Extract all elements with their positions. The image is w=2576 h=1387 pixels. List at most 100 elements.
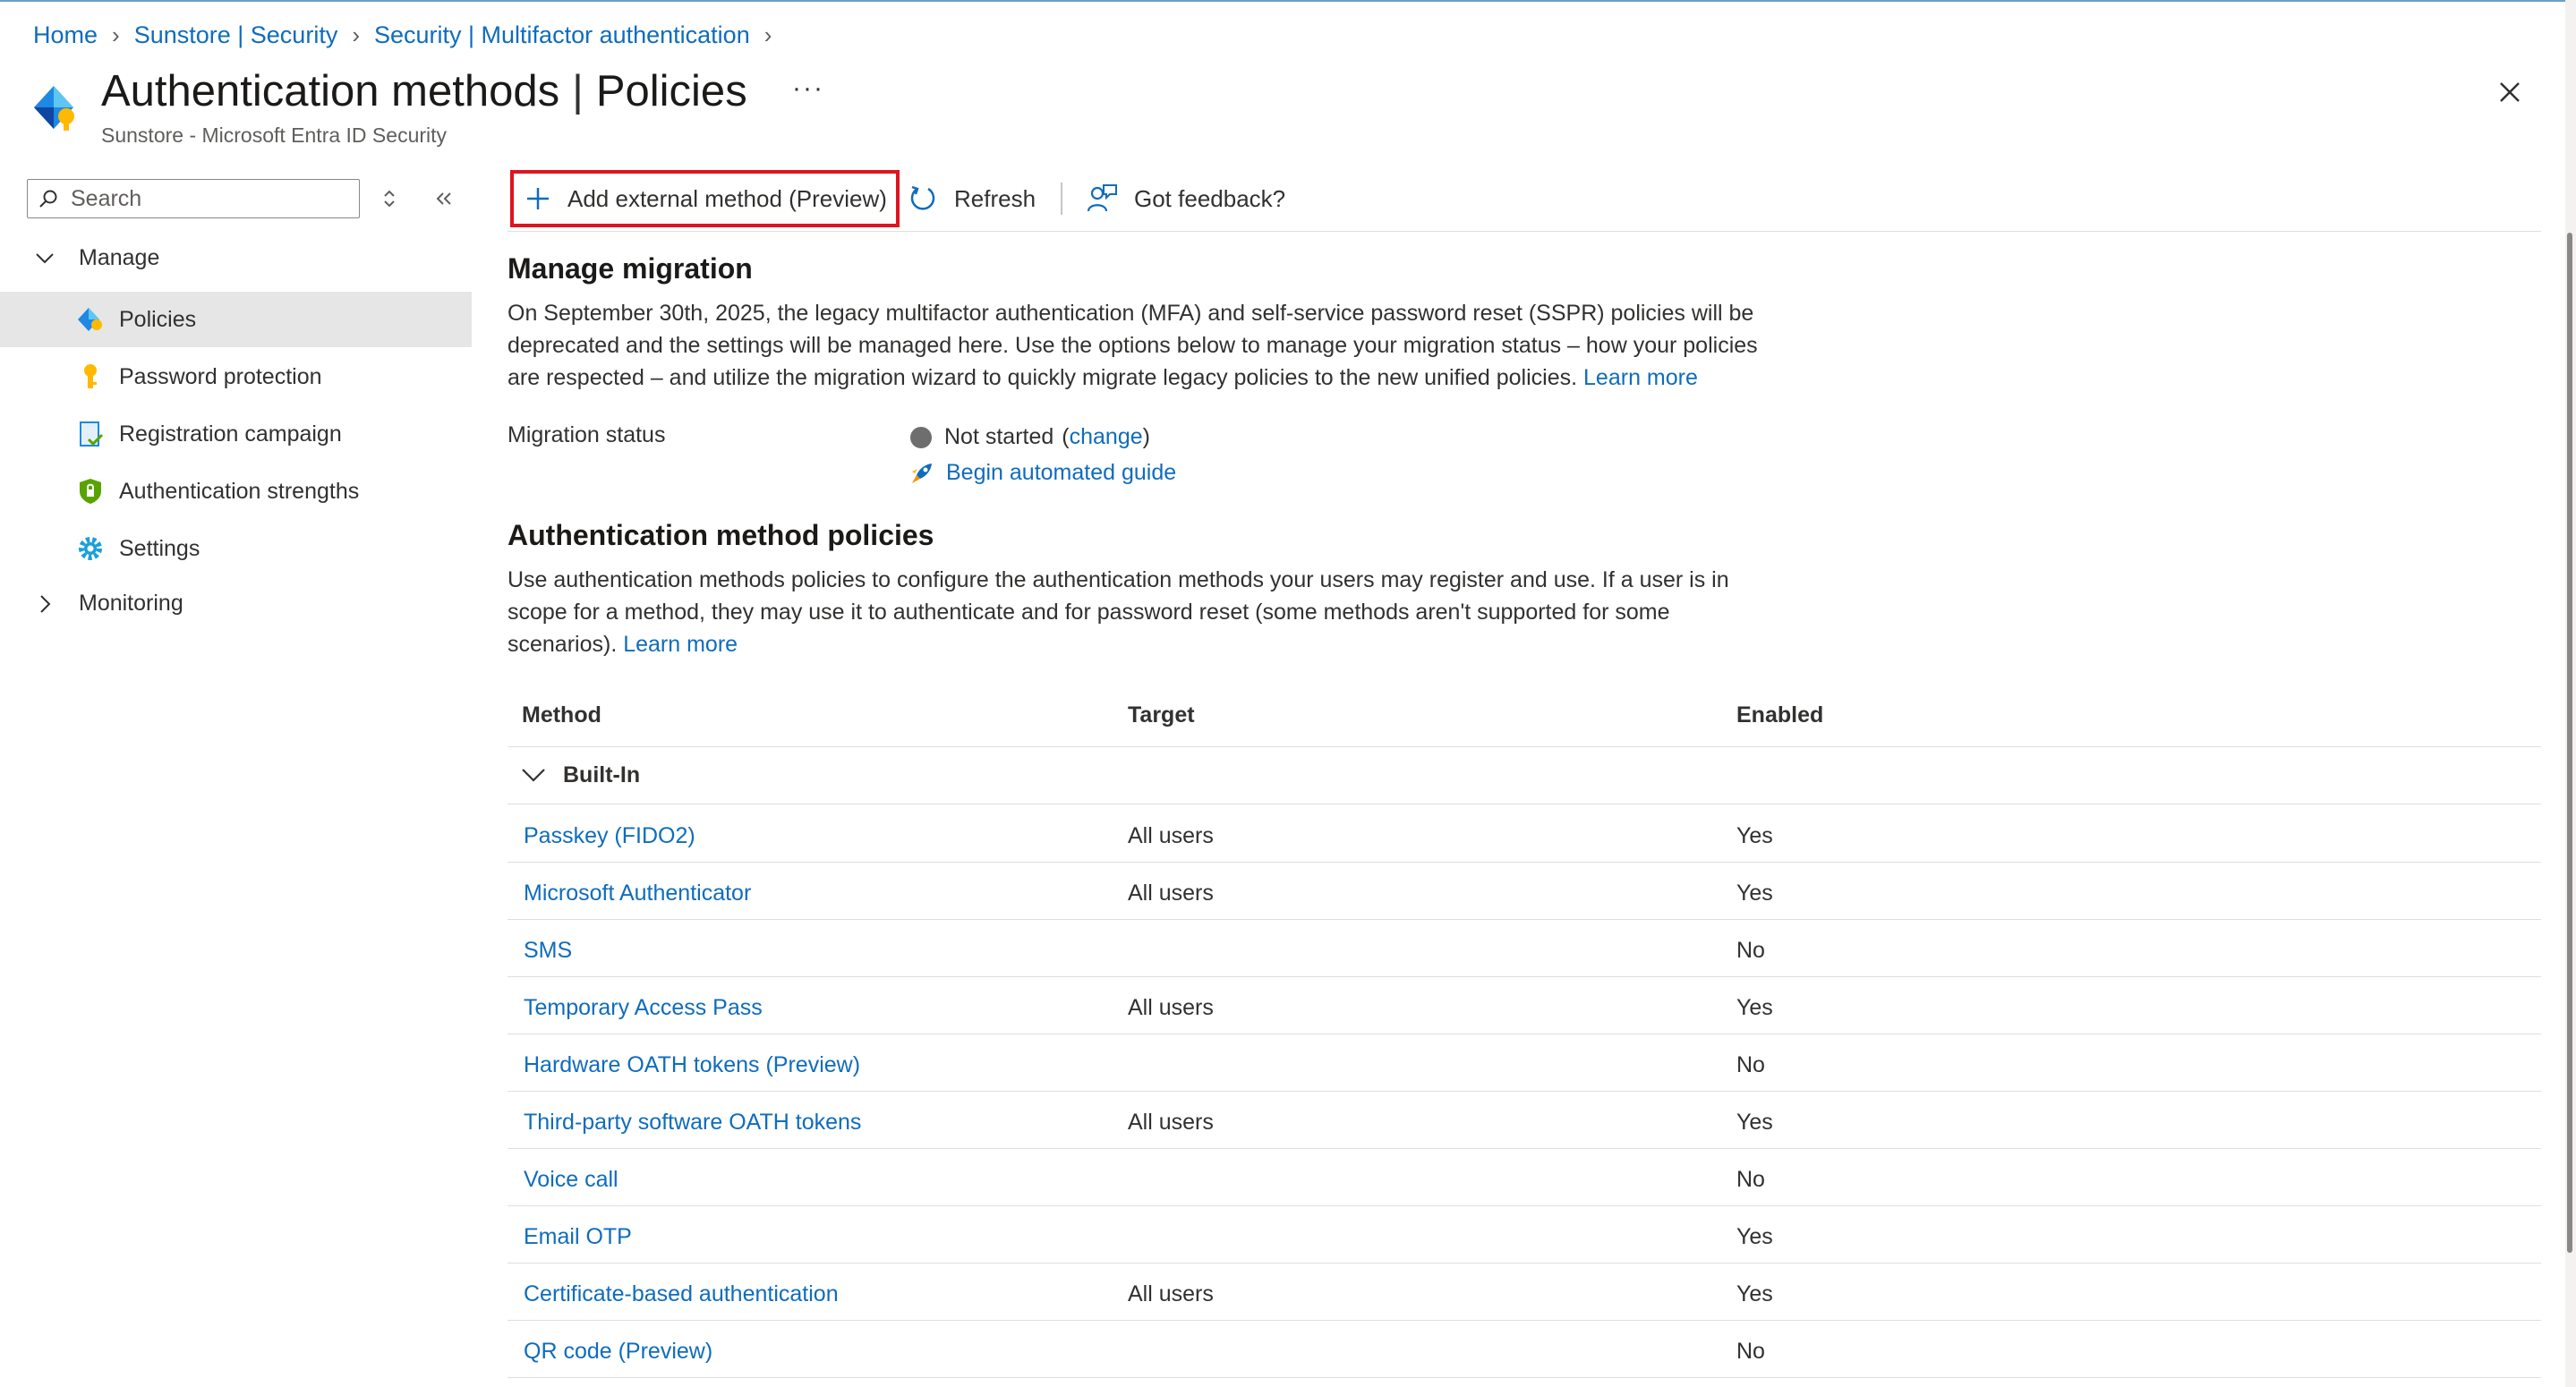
manage-migration-heading: Manage migration xyxy=(508,252,753,285)
toolbar-divider xyxy=(1061,183,1062,215)
chevron-right-icon xyxy=(40,594,51,613)
authentication-methods-icon xyxy=(34,86,74,131)
begin-automated-guide[interactable]: Begin automated guide xyxy=(910,460,1176,486)
enabled-cell: Yes xyxy=(1736,880,1773,906)
auth-method-policies-description: Use authentication methods policies to c… xyxy=(508,564,1823,660)
sidebar-item-label: Policies xyxy=(119,306,197,332)
enabled-cell: Yes xyxy=(1736,822,1773,848)
description-line: scope for a method, they may use it to a… xyxy=(508,600,1670,625)
enabled-cell: No xyxy=(1736,937,1765,963)
description-text: scenarios). xyxy=(508,632,618,657)
table-row: Hardware OATH tokens (Preview) No xyxy=(508,1036,2541,1093)
chevron-right-icon: › xyxy=(352,21,360,48)
breadcrumb-sunstore-security[interactable]: Sunstore | Security xyxy=(134,21,338,49)
more-options-button[interactable]: ··· xyxy=(792,73,824,104)
collapse-sidebar-icon[interactable] xyxy=(431,186,456,211)
chevron-down-icon xyxy=(522,769,545,782)
method-link[interactable]: QR code (Preview) xyxy=(524,1323,712,1380)
row-divider xyxy=(508,919,2541,920)
refresh-button[interactable]: Refresh xyxy=(908,179,1036,218)
target-cell: All users xyxy=(1128,822,1214,848)
search-icon xyxy=(39,190,57,208)
breadcrumb: Home › Sunstore | Security › Security | … xyxy=(33,18,786,52)
table-row: QR code (Preview) No xyxy=(508,1323,2541,1380)
learn-more-link[interactable]: Learn more xyxy=(623,632,738,657)
column-header-enabled[interactable]: Enabled xyxy=(1736,702,1823,728)
description-line: are respected – and utilize the migratio… xyxy=(508,362,1823,394)
method-link[interactable]: Certificate-based authentication xyxy=(524,1265,839,1323)
method-link[interactable]: Temporary Access Pass xyxy=(524,979,763,1036)
sidebar-item-label: Settings xyxy=(119,535,200,561)
learn-more-link[interactable]: Learn more xyxy=(1583,365,1698,390)
feedback-button[interactable]: Got feedback? xyxy=(1086,179,1285,218)
registration-icon xyxy=(75,419,106,449)
row-divider xyxy=(508,1205,2541,1206)
nav-group-manage[interactable]: Manage xyxy=(34,245,159,271)
breadcrumb-home[interactable]: Home xyxy=(33,21,98,49)
target-cell: All users xyxy=(1128,880,1214,906)
sidebar-item-password-protection[interactable]: Password protection xyxy=(0,349,472,404)
method-link[interactable]: Microsoft Authenticator xyxy=(524,864,751,922)
table-row: SMS No xyxy=(508,922,2541,979)
row-divider xyxy=(508,1377,2541,1378)
method-link[interactable]: SMS xyxy=(524,922,572,979)
chevron-right-icon: › xyxy=(763,21,772,48)
row-divider xyxy=(508,1148,2541,1149)
sidebar-item-authentication-strengths[interactable]: Authentication strengths xyxy=(0,464,472,519)
nav-group-label: Manage xyxy=(79,245,160,270)
description-line: Use authentication methods policies to c… xyxy=(508,567,1729,592)
method-link[interactable]: Voice call xyxy=(524,1151,618,1208)
column-header-method[interactable]: Method xyxy=(522,702,601,728)
row-divider xyxy=(508,862,2541,863)
method-link[interactable]: Hardware OATH tokens (Preview) xyxy=(524,1036,860,1093)
target-cell: All users xyxy=(1128,994,1214,1020)
change-status-link[interactable]: change xyxy=(1070,424,1143,450)
manage-migration-description: On September 30th, 2025, the legacy mult… xyxy=(508,297,1823,394)
paren-close: ) xyxy=(1142,424,1150,449)
nav-group-monitoring[interactable]: Monitoring xyxy=(34,591,183,617)
nav-group-label: Monitoring xyxy=(79,591,183,616)
enabled-cell: No xyxy=(1736,1051,1765,1077)
add-external-method-label: Add external method (Preview) xyxy=(567,184,887,212)
add-external-method-button[interactable]: Add external method (Preview) xyxy=(510,170,900,227)
description-line: On September 30th, 2025, the legacy mult… xyxy=(508,301,1754,326)
chevron-right-icon: › xyxy=(112,21,120,48)
feedback-icon xyxy=(1087,184,1117,212)
enabled-cell: No xyxy=(1736,1338,1765,1364)
enabled-cell: No xyxy=(1736,1166,1765,1192)
table-row: Third-party software OATH tokens All use… xyxy=(508,1093,2541,1151)
key-icon xyxy=(75,362,106,392)
enabled-cell: Yes xyxy=(1736,1109,1773,1135)
sidebar-item-settings[interactable]: Settings xyxy=(0,521,472,576)
sidebar-item-policies[interactable]: Policies xyxy=(0,292,472,347)
method-link[interactable]: Passkey (FIDO2) xyxy=(524,807,695,864)
row-divider xyxy=(508,1320,2541,1321)
method-link[interactable]: Email OTP xyxy=(524,1208,632,1265)
breadcrumb-security-mfa[interactable]: Security | Multifactor authentication xyxy=(374,21,750,49)
gear-icon xyxy=(75,533,106,564)
table-row: Certificate-based authentication All use… xyxy=(508,1265,2541,1323)
close-icon[interactable] xyxy=(2494,76,2526,108)
sidebar-item-label: Password protection xyxy=(119,363,322,389)
group-label: Built-In xyxy=(563,762,641,787)
row-divider xyxy=(508,976,2541,977)
enabled-cell: Yes xyxy=(1736,1223,1773,1249)
sidebar-search[interactable] xyxy=(27,179,360,218)
enabled-cell: Yes xyxy=(1736,994,1773,1020)
method-link[interactable]: Third-party software OATH tokens xyxy=(524,1093,861,1151)
search-input[interactable] xyxy=(69,184,341,213)
page-title-section: Policies xyxy=(595,67,747,115)
sort-icon[interactable] xyxy=(380,186,399,211)
sidebar-item-label: Authentication strengths xyxy=(119,478,360,504)
group-row-built-in[interactable]: Built-In xyxy=(508,746,640,804)
migration-status-label: Migration status xyxy=(508,422,666,447)
scrollbar-thumb[interactable] xyxy=(2567,233,2572,1253)
table-header-divider xyxy=(508,746,2541,747)
sidebar-item-registration-campaign[interactable]: Registration campaign xyxy=(0,406,472,462)
table-row: Email OTP Yes xyxy=(508,1208,2541,1265)
refresh-icon xyxy=(910,185,935,210)
table-row: Microsoft Authenticator All users Yes xyxy=(508,864,2541,922)
column-header-target[interactable]: Target xyxy=(1128,702,1195,728)
sidebar-item-label: Registration campaign xyxy=(119,421,342,447)
begin-automated-guide-link[interactable]: Begin automated guide xyxy=(946,460,1176,486)
